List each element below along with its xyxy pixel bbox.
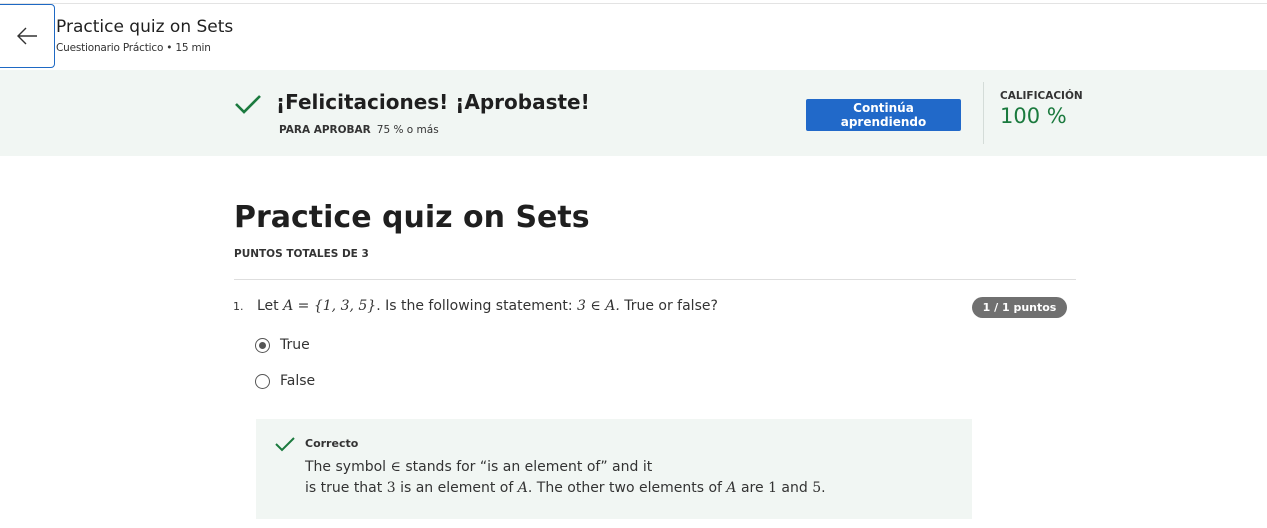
option-label: True [280,337,310,353]
math-statement: 3 ∈ A. [577,298,620,314]
math-set-A: A = {1, 3, 5} [283,298,377,314]
feedback-status: Correcto [305,437,359,450]
quiz-header: Practice quiz on Sets Cuestionario Práct… [0,3,1267,72]
arrow-left-icon [17,27,37,45]
question-number: 1. [233,300,244,313]
radio-unselected-icon[interactable] [255,373,270,389]
checkmark-icon [235,95,261,114]
option-label: False [280,373,316,389]
question-text: Let A = {1, 3, 5}. Is the following stat… [257,298,718,314]
page-title: Practice quiz on Sets [234,200,590,235]
score-badge: 1 / 1 puntos [972,297,1067,318]
option-false[interactable]: False [255,373,315,389]
congrats-heading: ¡Felicitaciones! ¡Aprobaste! [276,90,590,114]
option-true[interactable]: True [255,337,310,353]
grade-value: 100 % [1000,104,1067,128]
divider [983,82,984,144]
feedback-box: Correcto The symbol ∈ stands for “is an … [256,419,972,519]
header-title: Practice quiz on Sets [56,17,234,37]
pass-value: 75 % o más [376,124,439,136]
divider [234,279,1076,280]
back-button[interactable] [0,4,55,68]
total-points: PUNTOS TOTALES DE 3 [234,248,369,260]
result-banner: ¡Felicitaciones! ¡Aprobaste! PARA APROBA… [0,70,1267,156]
feedback-explanation: The symbol ∈ stands for “is an element o… [305,459,826,496]
pass-requirement: PARA APROBAR 75 % o más [279,124,439,136]
grade-label: CALIFICACIÓN [1000,90,1083,102]
header-subtitle: Cuestionario Práctico • 15 min [56,42,211,54]
pass-label: PARA APROBAR [279,124,371,136]
radio-selected-icon[interactable] [255,337,270,353]
checkmark-icon [275,437,295,452]
continue-learning-button[interactable]: Continúa aprendiendo [806,99,961,131]
